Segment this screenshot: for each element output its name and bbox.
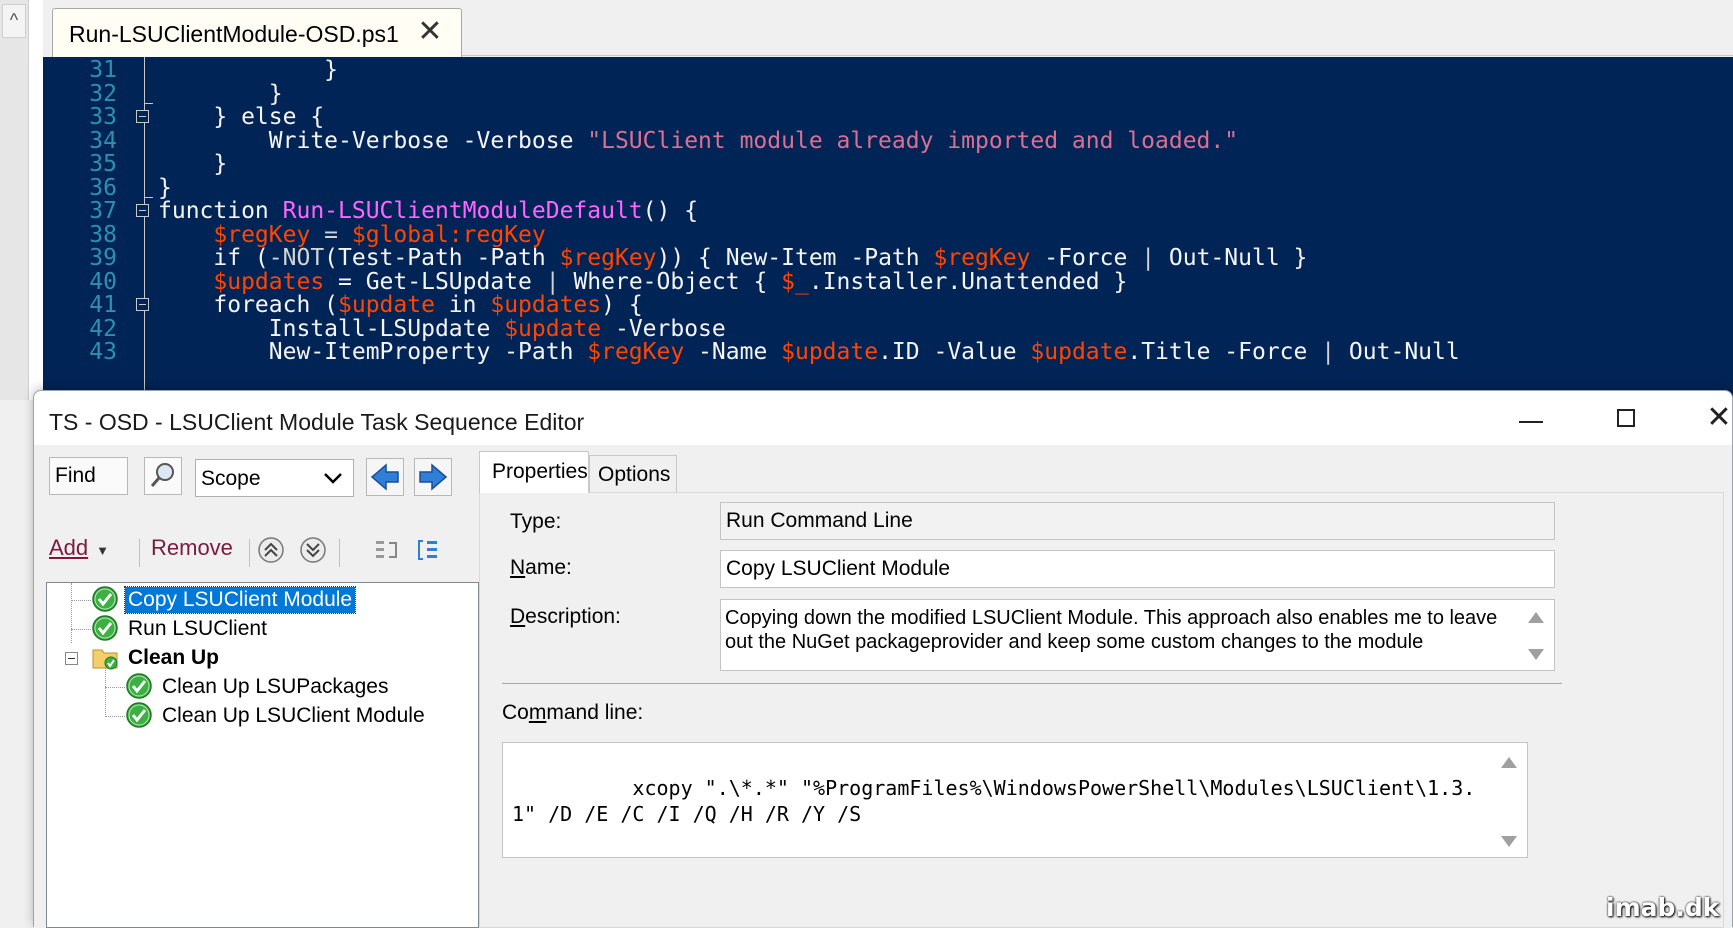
name-value: Copy LSUClient Module	[726, 557, 951, 580]
line-number: 33	[89, 104, 117, 130]
tree-step-label: Clean Up LSUClient Module	[162, 704, 425, 727]
magnifier-icon	[150, 463, 174, 487]
name-field[interactable]: Copy LSUClient Module	[720, 550, 1555, 588]
fold-toggle-icon[interactable]	[136, 204, 149, 217]
add-menu-button[interactable]: Add ▼	[49, 535, 109, 561]
tree-step-label: Clean Up LSUPackages	[162, 675, 389, 698]
fold-toggle-icon[interactable]	[136, 110, 149, 123]
check-icon	[91, 585, 119, 613]
collapse-icon[interactable]	[65, 652, 78, 665]
next-result-button[interactable]	[414, 458, 452, 496]
code-line: Install-LSUpdate $update -Verbose	[158, 315, 726, 342]
code-line: New-ItemProperty -Path $regKey -Name $up…	[158, 339, 1460, 365]
remove-label: Remove	[151, 535, 233, 560]
arrow-right-icon	[419, 463, 448, 491]
code-line: function Run-LSUClientModuleDefault() {	[158, 198, 699, 224]
script-tab-title: Run-LSUClientModule-OSD.ps1	[69, 21, 399, 47]
code-line: $updates = Get-LSUpdate | Where-Object {…	[213, 268, 1128, 295]
tree-step-label: Run LSUClient	[128, 617, 267, 640]
search-button[interactable]	[144, 457, 182, 495]
line-number: 40	[89, 268, 117, 295]
code-line: if (-NOT(Test-Path -Path $regKey)) { New…	[158, 245, 1308, 271]
chevron-down-icon	[324, 473, 342, 484]
scroll-up-icon[interactable]	[1501, 757, 1517, 768]
powershell-ise-window: ^ Run-LSUClientModule-OSD.ps1 ✕ 31 } 32 }…	[0, 0, 1733, 400]
previous-result-button[interactable]	[366, 458, 404, 496]
line-number: 43	[89, 339, 117, 365]
fold-toggle-icon[interactable]	[136, 298, 149, 311]
properties-panel: Type: Run Command Line Name: Copy LSUCli…	[479, 492, 1724, 928]
close-tab-icon[interactable]: ✕	[413, 15, 447, 49]
scope-value: Scope	[201, 467, 261, 490]
scope-dropdown[interactable]: Scope	[195, 459, 354, 497]
line-number: 35	[89, 151, 117, 177]
line-number: 38	[89, 221, 117, 248]
outdent-icon[interactable]	[415, 535, 445, 565]
description-value: Copying down the modified LSUClient Modu…	[725, 607, 1498, 653]
properties-pane: Properties Options Type: Run Command Lin…	[479, 445, 1732, 928]
editor-body: Find Scope Add ▼ Remove Copy LSUClient M…	[34, 445, 1732, 928]
script-editor[interactable]: 31 } 32 } 33 } else { 34 Write-Verbose -Ver…	[43, 57, 1733, 400]
line-number: 39	[89, 245, 117, 271]
ise-left-scrollbar[interactable]: ^	[0, 0, 29, 400]
name-label-rest: ame:	[525, 556, 572, 579]
code-line: Write-Verbose -Verbose "LSUClient module…	[158, 127, 1239, 154]
code-line: }	[158, 57, 339, 83]
tab-options[interactable]: Options	[589, 455, 677, 493]
check-icon	[125, 701, 153, 729]
line-number: 41	[89, 292, 117, 318]
sequence-pane: Find Scope Add ▼ Remove Copy LSUClient M…	[34, 445, 479, 928]
sequence-toolbar: Add ▼ Remove	[49, 529, 469, 573]
watermark: imab.dk	[1606, 893, 1720, 922]
minimize-button[interactable]	[1492, 391, 1572, 445]
line-number: 37	[89, 198, 117, 224]
line-number: 34	[89, 127, 117, 154]
script-tab[interactable]: Run-LSUClientModule-OSD.ps1 ✕	[52, 8, 462, 57]
code-line: $regKey = $global:regKey	[213, 221, 546, 248]
task-sequence-tree[interactable]: Copy LSUClient Module Run LSUClient Clean …	[46, 582, 479, 928]
description-label: Description:	[510, 605, 621, 628]
remove-button[interactable]: Remove	[151, 535, 233, 561]
scroll-down-icon[interactable]	[1501, 836, 1517, 847]
line-number: 31	[89, 57, 117, 83]
move-down-icon[interactable]	[298, 535, 328, 565]
tree-step-label: Clean Up	[128, 646, 220, 669]
maximize-icon	[1617, 409, 1635, 427]
type-field: Run Command Line	[720, 502, 1555, 540]
tab-properties[interactable]: Properties	[479, 451, 589, 493]
scroll-up-icon[interactable]: ^	[2, 4, 26, 38]
description-field[interactable]: Copying down the modified LSUClient Modu…	[720, 599, 1555, 671]
code-line: }	[158, 174, 172, 201]
line-number: 32	[89, 80, 117, 107]
type-label: Type:	[510, 510, 562, 533]
command-line-value: xcopy ".\*.*" "%ProgramFiles%\WindowsPow…	[512, 776, 1476, 826]
name-label: Name:	[510, 556, 572, 579]
task-sequence-editor-window: TS - OSD - LSUClient Module Task Sequenc…	[33, 390, 1733, 928]
caret-down-icon: ▼	[96, 543, 110, 558]
window-title: TS - OSD - LSUClient Module Task Sequenc…	[49, 409, 585, 435]
tree-step-label: Copy LSUClient Module	[123, 586, 357, 614]
check-icon	[125, 672, 153, 700]
add-label: Add	[49, 535, 89, 560]
scroll-up-icon[interactable]	[1528, 612, 1544, 623]
code-line: } else {	[158, 104, 325, 130]
code-line: foreach ($update in $updates) {	[158, 292, 643, 318]
move-up-icon[interactable]	[256, 535, 286, 565]
command-line-label: Command line:	[502, 701, 644, 724]
close-button[interactable]: ✕	[1679, 391, 1733, 445]
code-line: }	[158, 151, 228, 177]
line-number: 36	[89, 174, 117, 201]
command-line-field[interactable]: xcopy ".\*.*" "%ProgramFiles%\WindowsPow…	[502, 742, 1528, 858]
find-input[interactable]: Find	[49, 457, 128, 495]
line-number: 42	[89, 315, 117, 342]
maximize-button[interactable]	[1587, 391, 1667, 445]
folder-check-icon	[91, 643, 119, 671]
minimize-icon	[1519, 421, 1543, 423]
code-line: }	[158, 80, 283, 107]
arrow-left-icon	[370, 463, 399, 491]
scroll-down-icon[interactable]	[1528, 649, 1544, 660]
title-bar[interactable]: TS - OSD - LSUClient Module Task Sequenc…	[34, 391, 1732, 445]
indent-icon[interactable]	[372, 535, 402, 565]
check-icon	[91, 614, 119, 642]
